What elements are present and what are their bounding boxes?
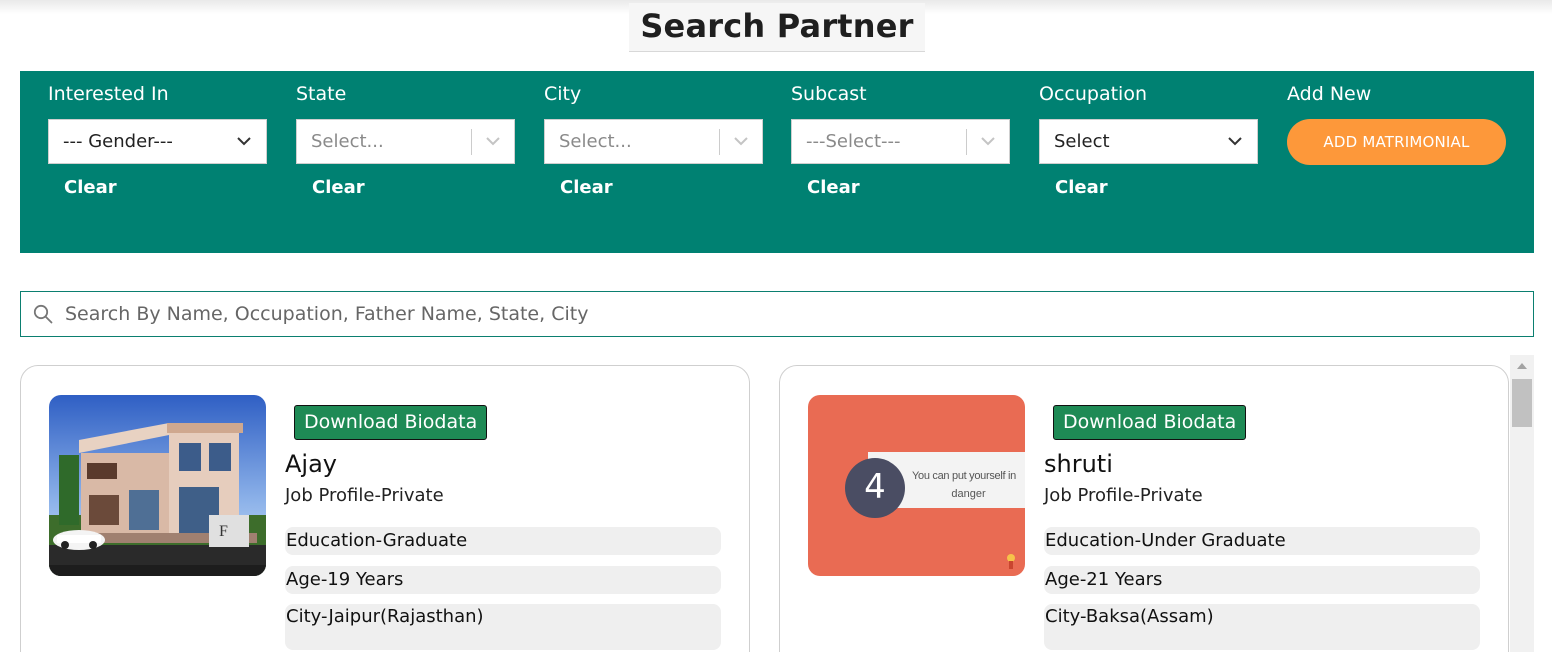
chevron-down-icon — [720, 120, 762, 163]
profile-job: Job Profile-Private — [1044, 485, 1203, 506]
download-biodata-button[interactable]: Download Biodata — [1053, 405, 1247, 440]
house-photo: F — [49, 395, 266, 576]
clear-gender-link[interactable]: Clear — [64, 177, 117, 198]
chevron-down-icon — [222, 120, 266, 163]
profile-education: Education-Graduate — [285, 527, 721, 555]
filter-panel: Interested In --- Gender--- Clear State … — [20, 71, 1534, 253]
select-placeholder: ---Select--- — [806, 131, 901, 152]
profile-city: City-Jaipur(Rajasthan) — [285, 604, 721, 650]
gender-select[interactable]: --- Gender--- — [48, 119, 267, 164]
subcast-select[interactable]: ---Select--- — [791, 119, 1010, 164]
clear-state-link[interactable]: Clear — [312, 177, 365, 198]
filter-label: Subcast — [791, 83, 867, 105]
slide-text-line2: danger — [951, 488, 986, 500]
filter-label: Occupation — [1039, 83, 1147, 105]
chevron-down-icon — [1213, 120, 1257, 163]
scrollbar-thumb[interactable] — [1512, 379, 1532, 427]
page-title: Search Partner — [640, 7, 914, 45]
profile-age: Age-21 Years — [1044, 566, 1480, 594]
profile-card: 4 You can put yourself in danger Downloa… — [779, 365, 1509, 652]
search-input[interactable] — [65, 294, 1533, 334]
profile-age: Age-19 Years — [285, 566, 721, 594]
state-select[interactable]: Select... — [296, 119, 515, 164]
slide-photo: 4 You can put yourself in danger — [808, 395, 1025, 576]
search-bar — [20, 291, 1534, 337]
scroll-up-arrow-icon[interactable] — [1510, 355, 1534, 377]
search-icon — [21, 304, 65, 324]
profile-name: shruti — [1044, 450, 1113, 478]
city-select[interactable]: Select... — [544, 119, 763, 164]
select-value: Select — [1054, 131, 1110, 152]
select-placeholder: Select... — [311, 131, 384, 152]
chevron-down-icon — [967, 120, 1009, 163]
filter-label: City — [544, 83, 582, 105]
select-placeholder: Select... — [559, 131, 632, 152]
chevron-down-icon — [472, 120, 514, 163]
filter-label: State — [296, 83, 347, 105]
profile-name: Ajay — [285, 450, 337, 478]
profile-card: F Download Biodata Ajay Job Profile-Priv… — [20, 365, 750, 652]
filter-label: Interested In — [48, 83, 169, 105]
download-biodata-button[interactable]: Download Biodata — [294, 405, 488, 440]
page-title-box: Search Partner — [629, 3, 925, 52]
slide-text-line1: You can put yourself in — [912, 470, 1016, 482]
profile-education: Education-Under Graduate — [1044, 527, 1480, 555]
add-matrimonial-button[interactable]: ADD MATRIMONIAL — [1287, 119, 1506, 165]
clear-city-link[interactable]: Clear — [560, 177, 613, 198]
occupation-select[interactable]: Select — [1039, 119, 1258, 164]
profile-job: Job Profile-Private — [285, 485, 444, 506]
add-new-label: Add New — [1287, 83, 1372, 105]
profile-city: City-Baksa(Assam) — [1044, 604, 1480, 650]
select-value: --- Gender--- — [63, 131, 173, 152]
clear-occupation-link[interactable]: Clear — [1055, 177, 1108, 198]
results-scrollbar[interactable] — [1510, 355, 1534, 652]
slide-number: 4 — [864, 467, 886, 507]
svg-text:F: F — [219, 523, 228, 540]
clear-subcast-link[interactable]: Clear — [807, 177, 860, 198]
